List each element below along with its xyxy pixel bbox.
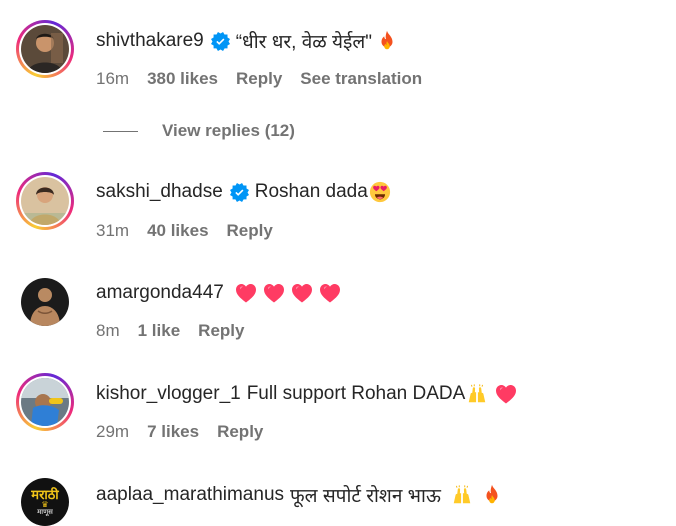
heart-emoji-icon [234,281,258,305]
avatar [21,177,69,225]
view-replies-button[interactable]: View replies (12) [103,121,295,141]
reply-button[interactable]: Reply [198,321,244,341]
avatar-story-ring[interactable] [16,20,74,78]
avatar-story-ring[interactable] [16,172,74,230]
avatar [21,378,69,426]
avatar-logo-text: मराठी [31,486,59,502]
comment-username[interactable]: amargonda447 [96,282,224,304]
comment-username[interactable]: shivthakare9 [96,30,204,52]
heart-emoji-icon [262,281,286,305]
comment-username[interactable]: aaplaa_marathimanus [96,484,284,506]
comment-username[interactable]: sakshi_dhadse [96,181,223,203]
avatar-logo-subtext: माणूस [37,508,53,516]
comment-timestamp: 31m [96,221,130,240]
comment-text: Full support Rohan DADA [246,383,466,404]
heart-emoji-icon [318,281,342,305]
reply-button[interactable]: Reply [217,422,263,442]
heart-emoji-icon [494,382,518,406]
avatar[interactable] [21,278,69,326]
comment-likes-count[interactable]: 40 likes [147,221,208,241]
avatar[interactable]: मराठी ♛ माणूस [21,478,69,526]
comment-timestamp: 16m [96,69,130,88]
comment-text: फूल सपोर्ट रोशन भाऊ [290,486,441,507]
fire-emoji-icon [481,484,503,506]
comment-username[interactable]: kishor_vlogger_1 [96,383,241,405]
see-translation-link[interactable]: See translation [300,69,422,89]
reply-button[interactable]: Reply [227,221,273,241]
heart-emoji-icon [290,281,314,305]
avatar-logo-crown-icon: ♛ [41,499,49,509]
avatar-story-ring[interactable] [16,373,74,431]
comment-text: “धीर धर, वेळ येईल" [235,32,372,53]
comment-likes-count[interactable]: 1 like [138,321,181,341]
reply-button[interactable]: Reply [236,69,282,89]
comment-likes-count[interactable]: 7 likes [147,422,199,442]
heart-eyes-emoji-icon [369,181,391,203]
replies-divider [103,130,138,132]
view-replies-label: View replies (12) [162,121,295,140]
comment-timestamp: 8m [96,321,120,340]
praise-hands-emoji-icon [466,383,488,405]
verified-badge-icon [230,183,249,202]
comment-text: Roshan dada [254,181,368,202]
avatar [21,25,69,73]
verified-badge-icon [211,32,230,51]
fire-emoji-icon [376,30,398,52]
comment-timestamp: 29m [96,422,130,441]
comment-likes-count[interactable]: 380 likes [147,69,218,89]
praise-hands-emoji-icon [451,484,473,506]
